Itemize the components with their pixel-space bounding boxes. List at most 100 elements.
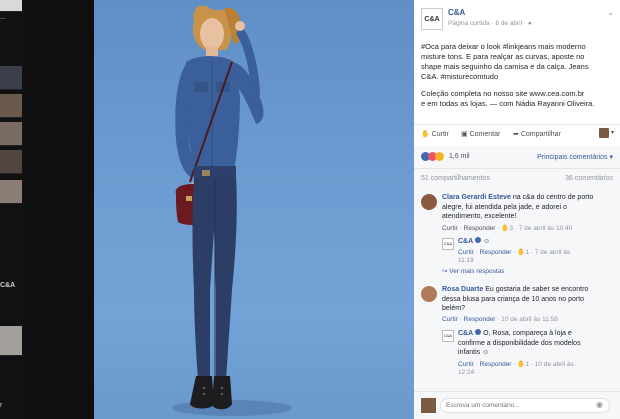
commenter-avatar[interactable]: [421, 194, 437, 210]
camera-icon[interactable]: ◉: [596, 400, 603, 409]
comment-actions: Curtir · Responder · ✋3 · 7 de abril às …: [442, 225, 573, 232]
caption-line: #Oca para deixar o look #linkjeans mais …: [421, 42, 586, 51]
reply-like-count[interactable]: 1: [525, 249, 529, 256]
reply-avatar[interactable]: C&A: [442, 330, 454, 342]
reply-actions: Curtir · Responder · ✋1 · 7 de abril às: [458, 249, 571, 256]
comment-text: atendimento, excelente!: [442, 213, 517, 220]
comment-like-link[interactable]: Curtir: [442, 316, 458, 323]
reply-reply-link[interactable]: Responder: [480, 361, 512, 368]
caption-line: misture tons. E para realçar as curvas, …: [421, 52, 585, 61]
comment-author[interactable]: Rosa Duarte: [442, 286, 483, 293]
comment-reply-link[interactable]: Responder: [464, 316, 496, 323]
wow-reaction-icon: [435, 152, 444, 161]
reactions-row: 1,6 mil Principais comentários ▾: [414, 146, 620, 168]
reply-author[interactable]: C&A: [458, 330, 473, 337]
thumbs-up-icon: ✋: [421, 131, 430, 138]
strip-thumb[interactable]: [0, 326, 22, 356]
caption-line: e em todas as lojas. — com Nádia Rayanni…: [421, 99, 595, 108]
comment-text: belém?: [442, 305, 465, 312]
reply-reply-link[interactable]: Responder: [480, 249, 512, 256]
top-comments-selector[interactable]: Principais comentários ▾: [537, 153, 613, 161]
strip-thumb[interactable]: [0, 180, 22, 204]
options-chevron-icon[interactable]: ⌄: [607, 8, 614, 17]
reply-time[interactable]: 10 de abril às: [535, 361, 574, 368]
reply-time-cont: 11:19: [458, 257, 474, 264]
comment-text: alegre, fui atendida pela jade, e adorei…: [442, 203, 567, 211]
page-avatar[interactable]: C&A: [421, 8, 443, 30]
reply-text: confirme a disponibilidade dos modelos: [458, 339, 581, 347]
share-button[interactable]: ➦ Compartilhar: [513, 130, 561, 138]
reaction-count[interactable]: 1,6 mil: [449, 153, 470, 160]
verified-badge-icon: [475, 329, 482, 335]
comment-time[interactable]: 10 de abril às 11:58: [501, 316, 558, 323]
reply-like-link[interactable]: Curtir: [458, 361, 474, 368]
reply-time[interactable]: 7 de abril às: [535, 249, 570, 256]
share-icon: ➦: [513, 131, 519, 138]
caption-line: Coleção completa no nosso site www.cea.c…: [421, 89, 585, 98]
comment-text: Eu gostaria de saber se encontro: [485, 286, 589, 293]
strip-label: ...: [0, 14, 6, 21]
reply-text: infantis: [458, 349, 481, 356]
strip-thumb[interactable]: [0, 0, 22, 12]
comment-label: Comentar: [469, 131, 501, 138]
reactions-icons[interactable]: [421, 152, 444, 163]
reply-text: O, Rosa, compareça à loja e: [483, 330, 572, 337]
caption-line: C&A. #misturecomtudo: [421, 72, 499, 81]
comment-text: dessa blusa para criança de 10 anos no p…: [442, 295, 585, 303]
comment-author[interactable]: Clara Gerardi Esteve: [442, 194, 511, 201]
share-label: Compartilhar: [520, 131, 561, 138]
strip-label: r: [0, 402, 3, 409]
comment-like-link[interactable]: Curtir: [442, 225, 458, 232]
shares-count[interactable]: 51 compartilhamentos: [421, 175, 490, 182]
globe-icon: ●: [527, 20, 532, 27]
like-label: Curtir: [431, 131, 449, 138]
strip-thumb[interactable]: [0, 122, 22, 146]
comment-input[interactable]: [440, 398, 610, 413]
reply-avatar[interactable]: C&A: [442, 238, 454, 250]
page-name[interactable]: C&A: [448, 8, 465, 17]
comment-icon: ▣: [461, 131, 468, 138]
divider: [414, 124, 620, 125]
comment-text: na c&a do centro de porto: [512, 194, 594, 201]
post-meta-text: Página curtida · 8 de abril ·: [448, 20, 527, 27]
reply-like-count[interactable]: 1: [525, 361, 529, 368]
comment-actions: Curtir · Responder · 10 de abril às 11:5…: [442, 316, 558, 323]
post-photo[interactable]: [94, 0, 414, 419]
viewer-stage: ... C&A r C&A C&A Página curtida · 8 de …: [0, 0, 620, 419]
actor-avatar: [599, 128, 609, 138]
like-button[interactable]: ✋ Curtir: [421, 130, 449, 138]
current-user-avatar: [421, 398, 436, 413]
model-illustration: [172, 5, 292, 416]
verified-badge-icon: [475, 237, 482, 243]
reply-body: C&A ☺: [458, 237, 608, 247]
reply-arrow-icon: ↪: [442, 268, 448, 275]
reply-actions: Curtir · Responder · ✋1 · 10 de abril às: [458, 361, 574, 368]
post-caption: #Oca para deixar o look #linkjeans mais …: [421, 42, 617, 109]
comment-reply-link[interactable]: Responder: [464, 225, 496, 232]
reply-time-cont: 12:24: [458, 369, 475, 376]
more-replies-label: Ver mais respostas: [449, 268, 505, 275]
reply-author[interactable]: C&A: [458, 238, 473, 245]
strip-thumb[interactable]: [0, 150, 22, 174]
comment-like-count[interactable]: 3: [509, 225, 513, 232]
commenter-avatar[interactable]: [421, 286, 437, 302]
caption-line: shape mais seguinho da camisa e da calça…: [421, 62, 589, 71]
reply-logo: C&A: [443, 333, 453, 338]
more-replies-link[interactable]: ↪ Ver mais respostas: [442, 267, 505, 275]
comment-time[interactable]: 7 de abril às 10:40: [519, 225, 572, 232]
strip-thumb[interactable]: [0, 94, 22, 118]
strip-label: C&A: [0, 282, 16, 289]
strip-thumb[interactable]: [0, 66, 22, 90]
comment-button[interactable]: ▣ Comentar: [461, 130, 500, 138]
comments-count[interactable]: 36 comentários: [565, 175, 613, 182]
page-logo: C&A: [424, 15, 440, 23]
smile-emoji-icon: ☺: [482, 349, 490, 356]
comment-body: Rosa Duarte Eu gostaria de saber se enco…: [442, 285, 612, 314]
caret-down-icon: ▾: [611, 130, 615, 136]
comment-composer: ◉: [414, 391, 620, 419]
left-strip: ... C&A r: [0, 0, 24, 419]
actor-selector[interactable]: ▾: [599, 128, 617, 140]
reply-like-link[interactable]: Curtir: [458, 249, 474, 256]
comments-list: Clara Gerardi Esteve na c&a do centro de…: [414, 188, 620, 391]
post-panel: C&A C&A Página curtida · 8 de abril · ● …: [414, 0, 620, 419]
